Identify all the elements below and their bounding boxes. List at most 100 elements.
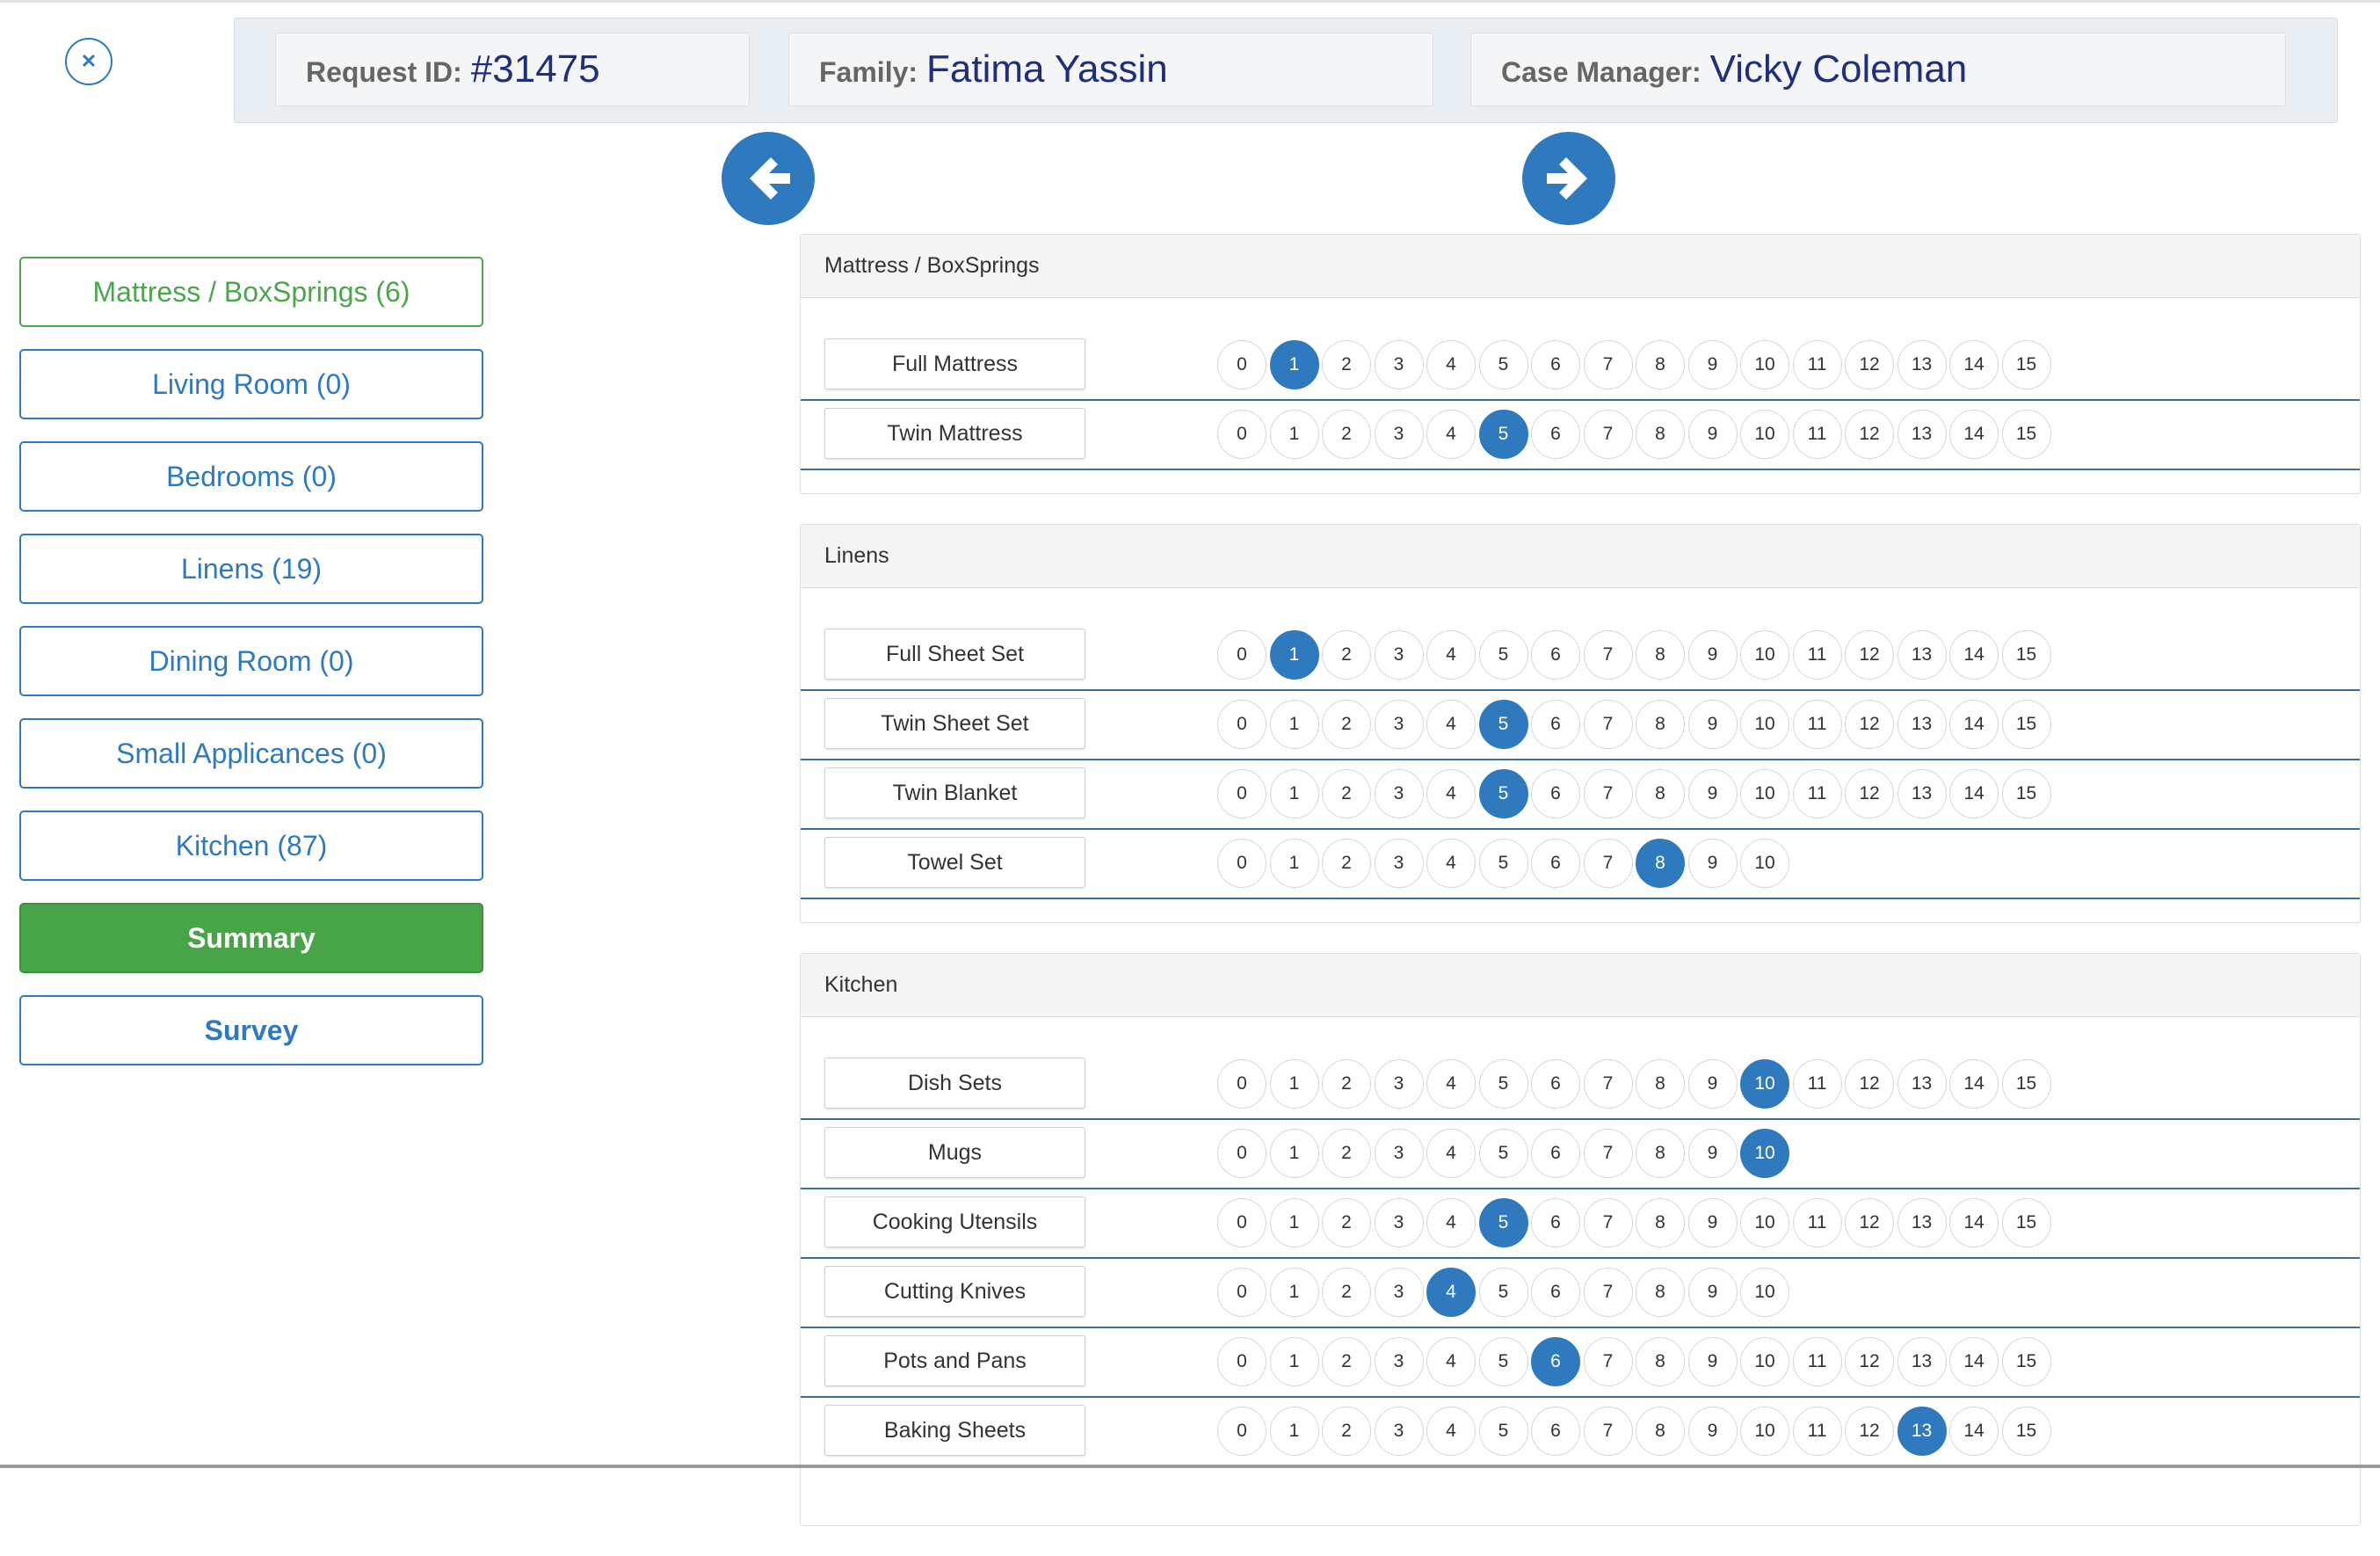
quantity-option[interactable]: 7	[1583, 630, 1633, 680]
quantity-option[interactable]: 8	[1636, 340, 1685, 389]
quantity-option[interactable]: 1	[1269, 340, 1319, 389]
quantity-option[interactable]: 0	[1217, 630, 1266, 680]
quantity-option[interactable]: 0	[1217, 1337, 1266, 1386]
quantity-option[interactable]: 11	[1792, 1198, 1842, 1247]
quantity-option[interactable]: 8	[1636, 1407, 1685, 1456]
close-button[interactable]: ✕	[65, 38, 112, 85]
next-button[interactable]	[1522, 132, 1615, 225]
quantity-option[interactable]: 3	[1374, 630, 1424, 680]
quantity-option[interactable]: 0	[1217, 410, 1266, 459]
quantity-option[interactable]: 13	[1897, 410, 1947, 459]
quantity-option[interactable]: 14	[1949, 1198, 1999, 1247]
quantity-option[interactable]: 3	[1374, 340, 1424, 389]
quantity-option[interactable]: 14	[1949, 340, 1999, 389]
quantity-option[interactable]: 11	[1792, 410, 1842, 459]
quantity-option[interactable]: 13	[1897, 700, 1947, 749]
quantity-option[interactable]: 0	[1217, 1268, 1266, 1317]
quantity-option[interactable]: 6	[1531, 630, 1580, 680]
sidebar-item-kitchen[interactable]: Kitchen (87)	[19, 811, 483, 881]
quantity-option[interactable]: 14	[1949, 1059, 1999, 1109]
quantity-option[interactable]: 9	[1687, 630, 1738, 680]
quantity-option[interactable]: 5	[1478, 1059, 1528, 1109]
quantity-option[interactable]: 2	[1322, 410, 1371, 459]
quantity-option[interactable]: 6	[1531, 769, 1580, 818]
quantity-option[interactable]: 1	[1269, 1407, 1319, 1456]
quantity-option[interactable]: 9	[1687, 769, 1738, 818]
sidebar-item-mattress-boxsprings[interactable]: Mattress / BoxSprings (6)	[19, 257, 483, 327]
quantity-option[interactable]: 6	[1531, 839, 1580, 888]
quantity-option[interactable]: 15	[2001, 1407, 2051, 1456]
quantity-option[interactable]: 4	[1426, 410, 1476, 459]
quantity-option[interactable]: 10	[1740, 410, 1789, 459]
quantity-option[interactable]: 10	[1740, 1129, 1789, 1178]
quantity-option[interactable]: 6	[1531, 1407, 1580, 1456]
quantity-option[interactable]: 13	[1897, 769, 1947, 818]
summary-button[interactable]: Summary	[19, 903, 483, 973]
quantity-option[interactable]: 7	[1583, 340, 1633, 389]
quantity-option[interactable]: 4	[1426, 1059, 1476, 1109]
quantity-option[interactable]: 9	[1687, 1268, 1738, 1317]
quantity-option[interactable]: 6	[1531, 340, 1580, 389]
quantity-option[interactable]: 5	[1478, 700, 1528, 749]
quantity-option[interactable]: 4	[1426, 1407, 1476, 1456]
quantity-option[interactable]: 1	[1269, 839, 1319, 888]
quantity-option[interactable]: 4	[1426, 700, 1476, 749]
quantity-option[interactable]: 5	[1478, 340, 1528, 389]
quantity-option[interactable]: 11	[1792, 1407, 1842, 1456]
quantity-option[interactable]: 8	[1636, 700, 1685, 749]
quantity-option[interactable]: 0	[1217, 839, 1266, 888]
quantity-option[interactable]: 6	[1531, 1129, 1580, 1178]
quantity-option[interactable]: 15	[2001, 340, 2051, 389]
quantity-option[interactable]: 10	[1740, 769, 1789, 818]
quantity-option[interactable]: 11	[1792, 700, 1842, 749]
quantity-option[interactable]: 5	[1478, 630, 1528, 680]
quantity-option[interactable]: 3	[1374, 1268, 1424, 1317]
quantity-option[interactable]: 6	[1531, 700, 1580, 749]
quantity-option[interactable]: 8	[1636, 1059, 1685, 1109]
quantity-option[interactable]: 14	[1949, 1337, 1999, 1386]
quantity-option[interactable]: 14	[1949, 769, 1999, 818]
quantity-option[interactable]: 13	[1897, 1198, 1947, 1247]
quantity-option[interactable]: 11	[1792, 630, 1842, 680]
quantity-option[interactable]: 12	[1845, 1407, 1894, 1456]
quantity-option[interactable]: 3	[1374, 839, 1424, 888]
quantity-option[interactable]: 4	[1426, 1129, 1476, 1178]
quantity-option[interactable]: 11	[1792, 769, 1842, 818]
sidebar-item-small-appliances[interactable]: Small Applicances (0)	[19, 718, 483, 789]
quantity-option[interactable]: 10	[1740, 630, 1789, 680]
quantity-option[interactable]: 13	[1897, 1337, 1947, 1386]
quantity-option[interactable]: 12	[1845, 1337, 1894, 1386]
quantity-option[interactable]: 8	[1636, 839, 1685, 888]
quantity-option[interactable]: 7	[1583, 1268, 1633, 1317]
quantity-option[interactable]: 12	[1845, 700, 1894, 749]
quantity-option[interactable]: 1	[1269, 1198, 1319, 1247]
quantity-option[interactable]: 7	[1583, 1129, 1633, 1178]
quantity-option[interactable]: 6	[1531, 1268, 1580, 1317]
quantity-option[interactable]: 1	[1269, 1268, 1319, 1317]
quantity-option[interactable]: 8	[1636, 1129, 1685, 1178]
quantity-option[interactable]: 9	[1687, 1198, 1738, 1247]
quantity-option[interactable]: 3	[1374, 769, 1424, 818]
quantity-option[interactable]: 4	[1426, 839, 1476, 888]
quantity-option[interactable]: 10	[1740, 1407, 1789, 1456]
quantity-option[interactable]: 13	[1897, 1059, 1947, 1109]
quantity-option[interactable]: 6	[1531, 410, 1580, 459]
quantity-option[interactable]: 11	[1792, 340, 1842, 389]
quantity-option[interactable]: 3	[1374, 1407, 1424, 1456]
quantity-option[interactable]: 14	[1949, 1407, 1999, 1456]
quantity-option[interactable]: 12	[1845, 410, 1894, 459]
quantity-option[interactable]: 9	[1687, 1407, 1738, 1456]
quantity-option[interactable]: 12	[1845, 769, 1894, 818]
quantity-option[interactable]: 1	[1269, 1129, 1319, 1178]
quantity-option[interactable]: 2	[1322, 340, 1371, 389]
quantity-option[interactable]: 2	[1322, 1198, 1371, 1247]
quantity-option[interactable]: 9	[1687, 1059, 1738, 1109]
quantity-option[interactable]: 15	[2001, 410, 2051, 459]
quantity-option[interactable]: 5	[1478, 410, 1528, 459]
quantity-option[interactable]: 0	[1217, 1407, 1266, 1456]
sidebar-item-bedrooms[interactable]: Bedrooms (0)	[19, 441, 483, 512]
quantity-option[interactable]: 12	[1845, 1059, 1894, 1109]
quantity-option[interactable]: 13	[1897, 340, 1947, 389]
quantity-option[interactable]: 2	[1322, 1059, 1371, 1109]
quantity-option[interactable]: 1	[1269, 410, 1319, 459]
